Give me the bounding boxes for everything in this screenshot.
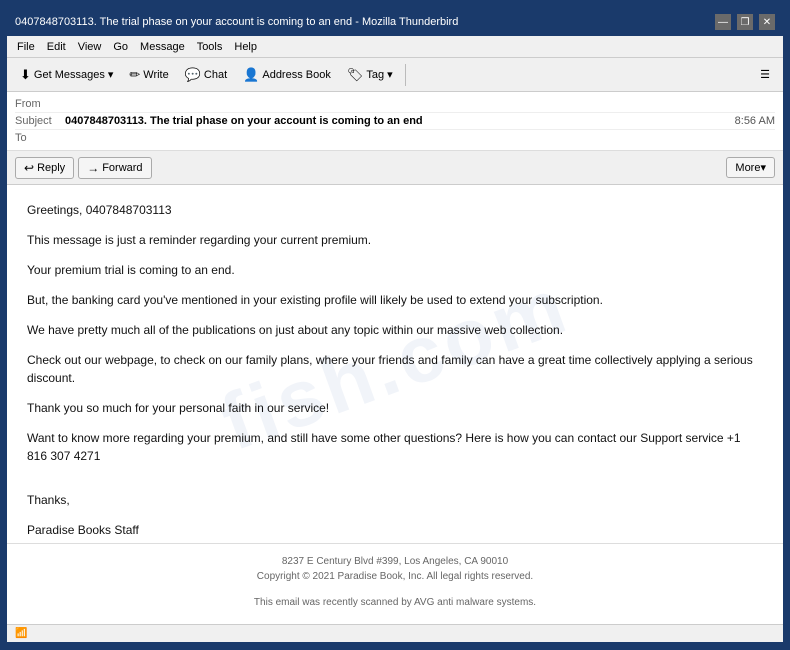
forward-button[interactable]: → Forward: [78, 157, 151, 179]
minimize-button[interactable]: —: [715, 14, 731, 30]
menu-view[interactable]: View: [72, 39, 108, 55]
menu-tools[interactable]: Tools: [191, 39, 229, 55]
email-time: 8:56 AM: [735, 115, 775, 127]
company-text: Paradise Books Staff: [27, 521, 763, 539]
window-controls: — ❐ ✕: [715, 14, 775, 30]
get-messages-icon: ⬇: [20, 67, 31, 83]
status-icon: 📶: [15, 628, 27, 639]
greeting-text: Greetings, 0407848703113: [27, 201, 763, 219]
subject-value: 0407848703113. The trial phase on your a…: [65, 115, 735, 127]
email-header: From Subject 0407848703113. The trial ph…: [7, 92, 783, 151]
email-content: Greetings, 0407848703113 This message is…: [27, 201, 763, 543]
menu-go[interactable]: Go: [107, 39, 134, 55]
email-body: fish.com Greetings, 0407848703113 This m…: [7, 185, 783, 543]
address-book-label: Address Book: [262, 69, 330, 81]
reply-button[interactable]: ↩ Reply: [15, 157, 74, 179]
chat-button[interactable]: 💬 Chat: [178, 63, 234, 87]
body-line-6: Want to know more regarding your premium…: [27, 429, 763, 465]
forward-label: Forward: [102, 162, 142, 174]
menu-file[interactable]: File: [11, 39, 41, 55]
body-line-2: But, the banking card you've mentioned i…: [27, 291, 763, 309]
action-bar: ↩ Reply → Forward More▾: [7, 151, 783, 185]
main-window: 0407848703113. The trial phase on your a…: [5, 6, 785, 644]
get-messages-label: Get Messages: [34, 69, 105, 81]
address-book-icon: 👤: [243, 67, 259, 83]
title-bar: 0407848703113. The trial phase on your a…: [7, 8, 783, 36]
closing-text: Thanks,: [27, 491, 763, 509]
main-toolbar: ⬇ Get Messages ▾ ✏ Write 💬 Chat 👤 Addres…: [7, 58, 783, 92]
email-footer: 8237 E Century Blvd #399, Los Angeles, C…: [7, 543, 783, 624]
get-messages-button[interactable]: ⬇ Get Messages ▾: [13, 63, 120, 87]
status-bar: 📶: [7, 624, 783, 642]
reply-label: Reply: [37, 162, 65, 174]
body-line-0: This message is just a reminder regardin…: [27, 231, 763, 249]
menu-help[interactable]: Help: [228, 39, 263, 55]
forward-icon: →: [87, 161, 99, 175]
tag-icon: 🏷: [347, 67, 364, 83]
menu-edit[interactable]: Edit: [41, 39, 72, 55]
window-title: 0407848703113. The trial phase on your a…: [15, 16, 458, 28]
address-book-button[interactable]: 👤 Address Book: [236, 63, 338, 87]
menu-bar: File Edit View Go Message Tools Help: [7, 36, 783, 58]
write-label: Write: [143, 69, 168, 81]
write-button[interactable]: ✏ Write: [122, 63, 175, 87]
write-icon: ✏: [129, 67, 140, 83]
to-label: To: [15, 132, 65, 144]
chat-icon: 💬: [185, 67, 201, 83]
restore-button[interactable]: ❐: [737, 14, 753, 30]
tag-label: Tag: [366, 69, 384, 81]
reply-icon: ↩: [24, 161, 34, 175]
footer-address: 8237 E Century Blvd #399, Los Angeles, C…: [27, 556, 763, 567]
close-button[interactable]: ✕: [759, 14, 775, 30]
tag-dropdown-icon: ▾: [387, 68, 393, 81]
body-line-5: Thank you so much for your personal fait…: [27, 399, 763, 417]
to-row: To: [15, 130, 775, 146]
from-row: From: [15, 96, 775, 113]
menu-message[interactable]: Message: [134, 39, 191, 55]
more-button[interactable]: More▾: [726, 157, 775, 178]
from-label: From: [15, 98, 65, 110]
footer-scan-notice: This email was recently scanned by AVG a…: [27, 597, 763, 608]
chat-label: Chat: [204, 69, 227, 81]
hamburger-menu-button[interactable]: ☰: [753, 64, 777, 85]
footer-copyright: Copyright © 2021 Paradise Book, Inc. All…: [27, 571, 763, 582]
toolbar-separator: [405, 64, 406, 86]
body-line-4: Check out our webpage, to check on our f…: [27, 351, 763, 387]
get-messages-dropdown-icon: ▾: [108, 68, 114, 81]
subject-row: Subject 0407848703113. The trial phase o…: [15, 113, 775, 130]
body-line-1: Your premium trial is coming to an end.: [27, 261, 763, 279]
tag-button[interactable]: 🏷 Tag ▾: [340, 63, 400, 87]
subject-label: Subject: [15, 115, 65, 127]
body-line-3: We have pretty much all of the publicati…: [27, 321, 763, 339]
hamburger-icon: ☰: [760, 68, 770, 81]
